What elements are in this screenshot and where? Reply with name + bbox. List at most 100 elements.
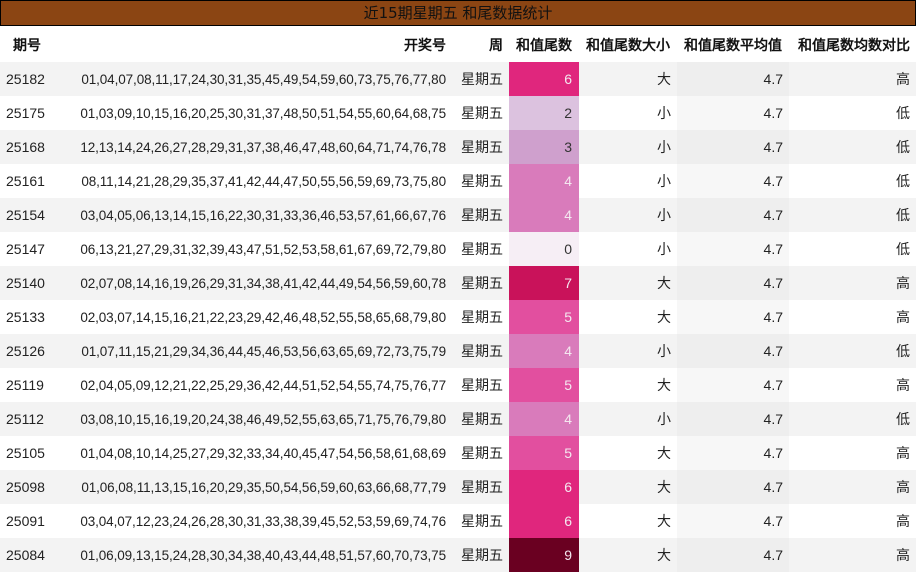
table-row: 25147 06,13,21,27,29,31,32,39,43,47,51,52… <box>0 232 916 266</box>
size-cell: 大 <box>579 368 677 402</box>
draw-numbers-cell: 01,03,09,10,15,16,20,25,30,31,37,48,50,5… <box>54 96 452 130</box>
weekday-cell: 星期五 <box>452 62 509 96</box>
weekday-cell: 星期五 <box>452 232 509 266</box>
table-row: 25084 01,06,09,13,15,24,28,30,34,38,40,43… <box>0 538 916 572</box>
weekday-cell: 星期五 <box>452 96 509 130</box>
weekday-cell: 星期五 <box>452 130 509 164</box>
table-row: 25182 01,04,07,08,11,17,24,30,31,35,45,49… <box>0 62 916 96</box>
average-cell: 4.7 <box>677 232 789 266</box>
issue-cell: 25168 <box>0 130 54 164</box>
draw-numbers-cell: 02,03,07,14,15,16,21,22,23,29,42,46,48,5… <box>54 300 452 334</box>
draw-numbers-cell: 01,07,11,15,21,29,34,36,44,45,46,53,56,6… <box>54 334 452 368</box>
compare-cell: 低 <box>789 130 916 164</box>
weekday-cell: 星期五 <box>452 164 509 198</box>
tail-cell: 5 <box>509 368 579 402</box>
tail-cell: 5 <box>509 436 579 470</box>
weekday-cell: 星期五 <box>452 538 509 572</box>
compare-cell: 高 <box>789 504 916 538</box>
table-row: 25105 01,04,08,10,14,25,27,29,32,33,34,40… <box>0 436 916 470</box>
draw-numbers-cell: 01,04,07,08,11,17,24,30,31,35,45,49,54,5… <box>54 62 452 96</box>
draw-numbers-cell: 01,04,08,10,14,25,27,29,32,33,34,40,45,4… <box>54 436 452 470</box>
average-cell: 4.7 <box>677 198 789 232</box>
average-cell: 4.7 <box>677 62 789 96</box>
size-cell: 小 <box>579 96 677 130</box>
tail-cell: 6 <box>509 504 579 538</box>
tail-cell: 5 <box>509 300 579 334</box>
size-cell: 大 <box>579 504 677 538</box>
table-row: 25126 01,07,11,15,21,29,34,36,44,45,46,53… <box>0 334 916 368</box>
average-cell: 4.7 <box>677 538 789 572</box>
compare-cell: 低 <box>789 232 916 266</box>
draw-numbers-cell: 12,13,14,24,26,27,28,29,31,37,38,46,47,4… <box>54 130 452 164</box>
compare-cell: 高 <box>789 300 916 334</box>
header-weekday: 周 <box>489 38 503 54</box>
weekday-cell: 星期五 <box>452 402 509 436</box>
tail-cell: 7 <box>509 266 579 300</box>
size-cell: 大 <box>579 300 677 334</box>
draw-numbers-cell: 01,06,09,13,15,24,28,30,34,38,40,43,44,4… <box>54 538 452 572</box>
average-cell: 4.7 <box>677 300 789 334</box>
draw-numbers-cell: 02,07,08,14,16,19,26,29,31,34,38,41,42,4… <box>54 266 452 300</box>
table-row: 25091 03,04,07,12,23,24,26,28,30,31,33,38… <box>0 504 916 538</box>
draw-numbers-cell: 03,04,07,12,23,24,26,28,30,31,33,38,39,4… <box>54 504 452 538</box>
average-cell: 4.7 <box>677 130 789 164</box>
table-row: 25161 08,11,14,21,28,29,35,37,41,42,44,47… <box>0 164 916 198</box>
issue-cell: 25161 <box>0 164 54 198</box>
weekday-cell: 星期五 <box>452 436 509 470</box>
compare-cell: 高 <box>789 368 916 402</box>
header-issue: 期号 <box>13 38 41 54</box>
size-cell: 大 <box>579 436 677 470</box>
table-row: 25140 02,07,08,14,16,19,26,29,31,34,38,41… <box>0 266 916 300</box>
average-cell: 4.7 <box>677 470 789 504</box>
issue-cell: 25098 <box>0 470 54 504</box>
issue-cell: 25140 <box>0 266 54 300</box>
size-cell: 大 <box>579 470 677 504</box>
header-size: 和值尾数大小 <box>586 38 670 54</box>
table-row: 25168 12,13,14,24,26,27,28,29,31,37,38,46… <box>0 130 916 164</box>
weekday-cell: 星期五 <box>452 470 509 504</box>
weekday-cell: 星期五 <box>452 334 509 368</box>
draw-numbers-cell: 02,04,05,09,12,21,22,25,29,36,42,44,51,5… <box>54 368 452 402</box>
tail-cell: 4 <box>509 334 579 368</box>
header-row: 期号 开奖号 周 和值尾数 和值尾数大小 和值尾数平均值 和值尾数均数对比 <box>0 28 916 62</box>
issue-cell: 25154 <box>0 198 54 232</box>
tail-cell: 2 <box>509 96 579 130</box>
header-draw: 开奖号 <box>404 38 446 54</box>
draw-numbers-cell: 01,06,08,11,13,15,16,20,29,35,50,54,56,5… <box>54 470 452 504</box>
tail-cell: 0 <box>509 232 579 266</box>
tail-cell: 4 <box>509 402 579 436</box>
average-cell: 4.7 <box>677 504 789 538</box>
weekday-cell: 星期五 <box>452 266 509 300</box>
compare-cell: 低 <box>789 96 916 130</box>
issue-cell: 25133 <box>0 300 54 334</box>
draw-numbers-cell: 03,08,10,15,16,19,20,24,38,46,49,52,55,6… <box>54 402 452 436</box>
weekday-cell: 星期五 <box>452 198 509 232</box>
tail-cell: 9 <box>509 538 579 572</box>
compare-cell: 低 <box>789 164 916 198</box>
issue-cell: 25084 <box>0 538 54 572</box>
size-cell: 小 <box>579 198 677 232</box>
table-row: 25175 01,03,09,10,15,16,20,25,30,31,37,48… <box>0 96 916 130</box>
issue-cell: 25175 <box>0 96 54 130</box>
issue-cell: 25119 <box>0 368 54 402</box>
size-cell: 小 <box>579 164 677 198</box>
draw-numbers-cell: 08,11,14,21,28,29,35,37,41,42,44,47,50,5… <box>54 164 452 198</box>
size-cell: 小 <box>579 402 677 436</box>
table-row: 25119 02,04,05,09,12,21,22,25,29,36,42,44… <box>0 368 916 402</box>
table-row: 25098 01,06,08,11,13,15,16,20,29,35,50,54… <box>0 470 916 504</box>
tail-cell: 3 <box>509 130 579 164</box>
weekday-cell: 星期五 <box>452 504 509 538</box>
compare-cell: 低 <box>789 402 916 436</box>
issue-cell: 25147 <box>0 232 54 266</box>
average-cell: 4.7 <box>677 266 789 300</box>
compare-cell: 高 <box>789 266 916 300</box>
issue-cell: 25112 <box>0 402 54 436</box>
average-cell: 4.7 <box>677 96 789 130</box>
weekday-cell: 星期五 <box>452 300 509 334</box>
table-row: 25154 03,04,05,06,13,14,15,16,22,30,31,33… <box>0 198 916 232</box>
weekday-cell: 星期五 <box>452 368 509 402</box>
draw-numbers-cell: 06,13,21,27,29,31,32,39,43,47,51,52,53,5… <box>54 232 452 266</box>
size-cell: 小 <box>579 232 677 266</box>
compare-cell: 低 <box>789 198 916 232</box>
table-row: 25133 02,03,07,14,15,16,21,22,23,29,42,46… <box>0 300 916 334</box>
